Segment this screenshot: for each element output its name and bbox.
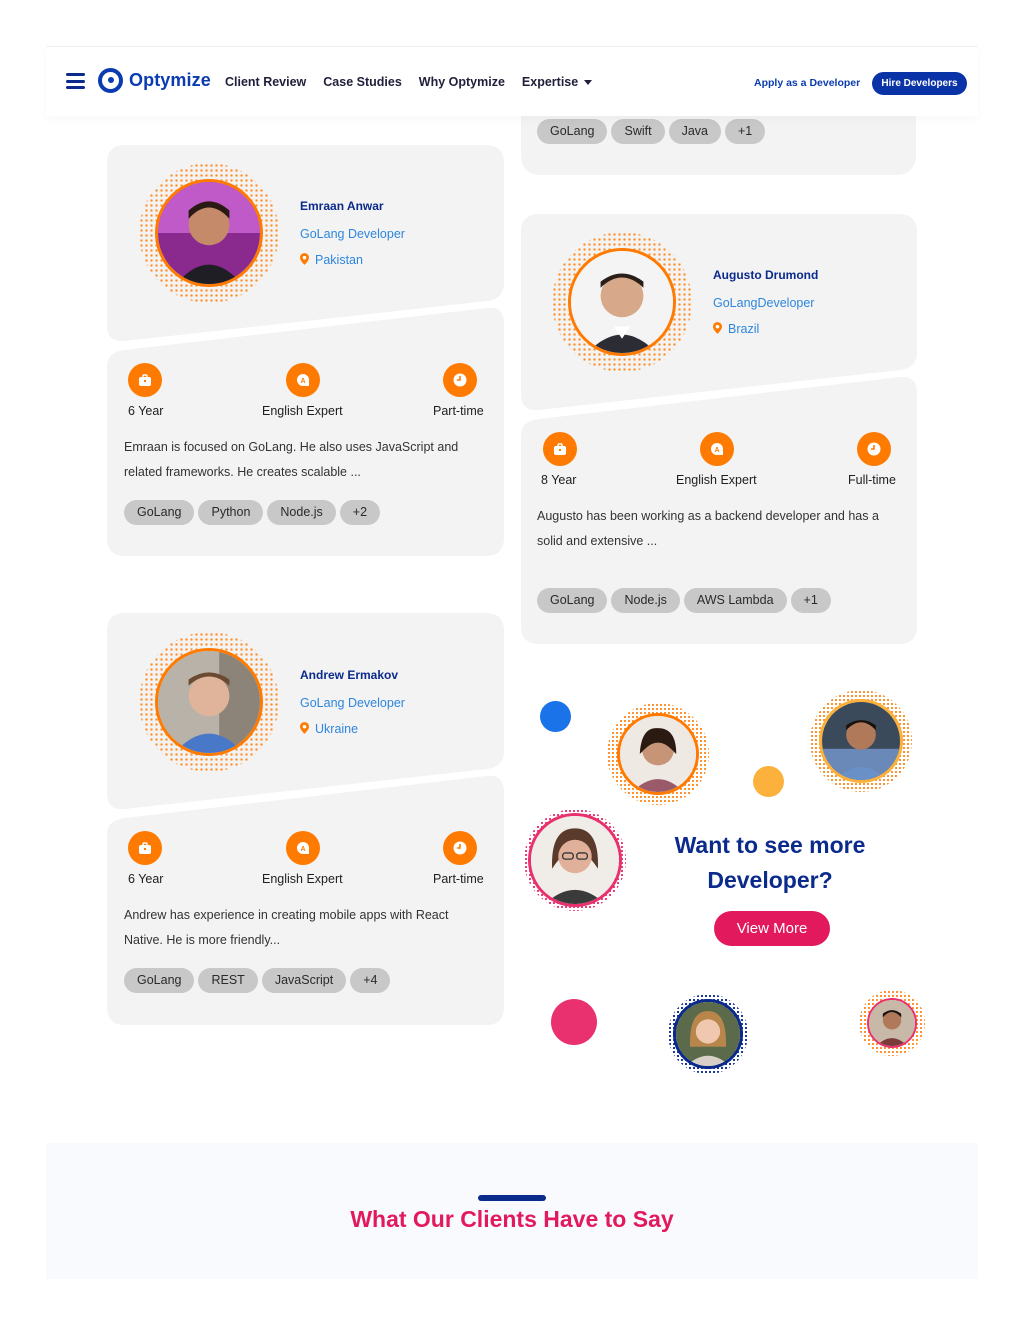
top-navbar: Optymize Client Review Case Studies Why … bbox=[46, 46, 978, 116]
developer-thumb-frame bbox=[607, 703, 709, 805]
partial-card-tags: GoLang Swift Java +1 bbox=[537, 119, 766, 144]
optymize-logo-icon bbox=[98, 68, 123, 93]
brand-name: Optymize bbox=[129, 70, 211, 90]
developer-location: Pakistan bbox=[300, 253, 363, 267]
developer-name[interactable]: Emraan Anwar bbox=[300, 199, 384, 213]
see-more-heading: Want to see more Developer? bbox=[640, 828, 900, 898]
developer-avatar[interactable] bbox=[155, 179, 263, 287]
svg-text:A: A bbox=[300, 378, 305, 385]
developer-skill-tags: GoLang REST JavaScript +4 bbox=[124, 968, 391, 993]
decor-dot-blue bbox=[540, 701, 571, 732]
see-more-heading-line2: Developer? bbox=[707, 867, 833, 893]
skill-tag-more: +1 bbox=[790, 588, 831, 613]
skill-tag: GoLang bbox=[537, 119, 608, 144]
location-pin-icon bbox=[713, 322, 722, 334]
hire-developers-button[interactable]: Hire Developers bbox=[872, 72, 967, 95]
skill-tag: Java bbox=[668, 119, 721, 144]
developer-name[interactable]: Andrew Ermakov bbox=[300, 668, 398, 682]
clock-icon bbox=[857, 432, 891, 466]
developer-role: GoLangDeveloper bbox=[713, 296, 815, 310]
skill-tag: REST bbox=[198, 968, 258, 993]
developer-description: Emraan is focused on GoLang. He also use… bbox=[124, 440, 459, 479]
clock-icon bbox=[443, 363, 477, 397]
brand-logo[interactable]: Optymize bbox=[98, 68, 211, 93]
skill-tag-more: +2 bbox=[339, 500, 381, 525]
experience-label: 8 Year bbox=[541, 473, 577, 487]
location-text: Ukraine bbox=[315, 722, 359, 736]
svg-text:A: A bbox=[714, 447, 719, 454]
developer-avatar[interactable] bbox=[568, 248, 676, 356]
clock-icon bbox=[443, 831, 477, 865]
nav-why-optymize[interactable]: Why Optymize bbox=[419, 75, 505, 89]
nav-client-review[interactable]: Client Review bbox=[225, 75, 306, 89]
skill-tag: GoLang bbox=[124, 500, 195, 525]
developer-photo-frame bbox=[139, 163, 279, 303]
developer-role: GoLang Developer bbox=[300, 227, 405, 241]
english-level-label: English Expert bbox=[262, 404, 343, 418]
apply-as-developer-link[interactable]: Apply as a Developer bbox=[754, 77, 860, 89]
nav-expertise-label: Expertise bbox=[521, 75, 579, 89]
location-text: Pakistan bbox=[315, 253, 363, 267]
english-level-label: English Expert bbox=[676, 473, 757, 487]
developer-photo-frame bbox=[552, 232, 692, 372]
availability-label: Part-time bbox=[433, 404, 484, 418]
developer-description: Augusto has been working as a backend de… bbox=[537, 509, 879, 548]
skill-tag: Swift bbox=[611, 119, 665, 144]
skill-tag: GoLang bbox=[537, 588, 608, 613]
developer-role: GoLang Developer bbox=[300, 696, 405, 710]
developer-thumb-frame bbox=[668, 994, 748, 1074]
nav-case-studies[interactable]: Case Studies bbox=[323, 75, 402, 89]
experience-label: 6 Year bbox=[128, 872, 164, 886]
developer-name[interactable]: Augusto Drumond bbox=[713, 268, 818, 282]
location-text: Brazil bbox=[728, 322, 760, 336]
main-menu: Client Review Case Studies Why Optymize … bbox=[225, 75, 609, 89]
skill-tag-more: +1 bbox=[724, 119, 766, 144]
clients-section: What Our Clients Have to Say bbox=[46, 1143, 978, 1279]
skill-tag: Node.js bbox=[611, 588, 680, 613]
skill-tag: GoLang bbox=[124, 968, 195, 993]
developer-thumb-frame bbox=[859, 990, 925, 1056]
skill-tag-more: +4 bbox=[350, 968, 391, 993]
nav-expertise[interactable]: Expertise bbox=[521, 75, 593, 89]
location-pin-icon bbox=[300, 253, 309, 265]
english-level-label: English Expert bbox=[262, 872, 343, 886]
see-more-heading-line1: Want to see more bbox=[674, 832, 866, 858]
chevron-down-icon bbox=[584, 80, 593, 86]
language-icon: A bbox=[286, 363, 320, 397]
developer-description: Andrew has experience in creating mobile… bbox=[124, 908, 449, 947]
section-accent-bar bbox=[478, 1195, 546, 1201]
developer-location: Ukraine bbox=[300, 722, 358, 736]
language-icon: A bbox=[286, 831, 320, 865]
developer-location: Brazil bbox=[713, 322, 759, 336]
skill-tag: Node.js bbox=[267, 500, 336, 525]
availability-label: Full-time bbox=[848, 473, 896, 487]
briefcase-icon bbox=[128, 831, 162, 865]
svg-text:A: A bbox=[300, 846, 305, 853]
briefcase-icon bbox=[543, 432, 577, 466]
decor-dot-pink bbox=[551, 999, 597, 1045]
developer-thumb[interactable] bbox=[528, 813, 622, 907]
developer-photo-frame bbox=[139, 632, 279, 772]
developer-skill-tags: GoLang Python Node.js +2 bbox=[124, 500, 381, 525]
skill-tag: AWS Lambda bbox=[683, 588, 787, 613]
view-more-button[interactable]: View More bbox=[714, 911, 830, 946]
developer-avatar[interactable] bbox=[155, 648, 263, 756]
developer-thumb[interactable] bbox=[819, 699, 903, 783]
location-pin-icon bbox=[300, 722, 309, 734]
skill-tag: Python bbox=[198, 500, 264, 525]
language-icon: A bbox=[700, 432, 734, 466]
briefcase-icon bbox=[128, 363, 162, 397]
developer-thumb-frame bbox=[524, 809, 626, 911]
clients-heading: What Our Clients Have to Say bbox=[350, 1206, 674, 1232]
developer-thumb-frame bbox=[810, 690, 912, 792]
developer-skill-tags: GoLang Node.js AWS Lambda +1 bbox=[537, 588, 831, 613]
developer-thumb[interactable] bbox=[867, 998, 917, 1048]
decor-dot-yellow bbox=[753, 766, 784, 797]
developer-thumb[interactable] bbox=[673, 999, 743, 1069]
skill-tag: JavaScript bbox=[261, 968, 347, 993]
availability-label: Part-time bbox=[433, 872, 484, 886]
experience-label: 6 Year bbox=[128, 404, 164, 418]
developer-thumb[interactable] bbox=[617, 713, 699, 795]
hamburger-menu-icon[interactable] bbox=[66, 73, 85, 89]
